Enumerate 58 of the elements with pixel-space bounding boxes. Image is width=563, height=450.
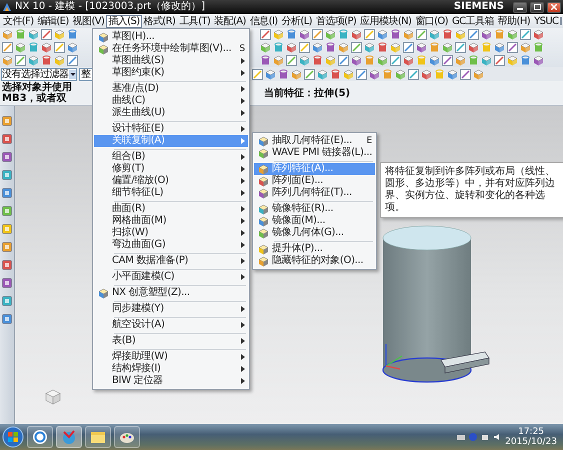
- menu-item[interactable]: 小平面建模(C): [94, 271, 248, 283]
- menu-title[interactable]: 文件(F): [1, 14, 36, 28]
- menu-item[interactable]: 细节特征(L): [94, 187, 248, 199]
- menu-item[interactable]: 草图曲线(S): [94, 55, 248, 67]
- menu-item[interactable]: 提升体(P)...: [254, 243, 376, 255]
- menu-item[interactable]: 阵列面(E)...: [254, 175, 376, 187]
- menu-item[interactable]: 镜像几何体(G)...: [254, 227, 376, 239]
- menu-title[interactable]: 视图(V): [70, 14, 106, 28]
- menu-title[interactable]: 工具(T): [177, 14, 212, 28]
- menu-item[interactable]: WAVE PMI 链接器(L)...: [254, 147, 376, 159]
- menu-item[interactable]: 组合(B): [94, 151, 248, 163]
- menu-title[interactable]: 格式(R): [142, 14, 178, 28]
- menu-item[interactable]: 弯边曲面(G): [94, 239, 248, 251]
- menu-item[interactable]: 结构焊接(I): [94, 363, 248, 375]
- clock-date: 2015/10/23: [505, 437, 557, 447]
- current-feature: 当前特征：拉伸(5): [264, 86, 350, 100]
- menu-item[interactable]: 网格曲面(M): [94, 215, 248, 227]
- menu-item[interactable]: 曲面(R): [94, 203, 248, 215]
- tooltip: 将特征复制到许多阵列或布局（线性、圆形、多边形等）中，并有对应阵列边界、实例方位、旋转和变化的各种选项。: [380, 162, 563, 218]
- window-title: NX 10 - 建模 - [1023003.prt（修改的）]: [15, 1, 206, 13]
- menu-item[interactable]: 同步建模(Y): [94, 303, 248, 315]
- menu-item[interactable]: CAM 数据准备(P): [94, 255, 248, 267]
- menu-item[interactable]: 隐藏特征的对象(O)...: [254, 255, 376, 267]
- menu-title[interactable]: 插入(S): [106, 14, 142, 28]
- menu-item[interactable]: 焊接助理(W): [94, 351, 248, 363]
- menu-title[interactable]: 窗口(O): [413, 14, 450, 28]
- menu-item[interactable]: 曲线(C): [94, 95, 248, 107]
- filter-dropdown[interactable]: 没有选择过滤器: [1, 68, 77, 80]
- menu-item[interactable]: 扫掠(W): [94, 227, 248, 239]
- menu-title[interactable]: 装配(A): [212, 14, 248, 28]
- status-prompt: 选择对象并使用 MB3，或者双: [1, 82, 73, 104]
- menu-title[interactable]: 首选项(P): [314, 14, 358, 28]
- menu-title[interactable]: 编辑(E): [36, 14, 71, 28]
- menu-item[interactable]: 设计特征(E): [94, 123, 248, 135]
- menu-title[interactable]: GC工具箱: [450, 14, 496, 28]
- menu-title[interactable]: 信息(I): [248, 14, 280, 28]
- menu-item[interactable]: 镜像面(M)...: [254, 215, 376, 227]
- menu-item[interactable]: 偏置/缩放(O): [94, 175, 248, 187]
- menu-title[interactable]: 帮助(H): [496, 14, 532, 28]
- menu-title[interactable]: 分析(L): [280, 14, 314, 28]
- scope-dropdown[interactable]: 整: [79, 68, 93, 80]
- menu-item[interactable]: 在任务环境中绘制草图(V)... S: [94, 43, 248, 55]
- clock-time: 17:25: [518, 427, 544, 437]
- menu-item[interactable]: NX 创意塑型(Z)...: [94, 287, 248, 299]
- menu-item[interactable]: 阵列几何特征(T)...: [254, 187, 376, 199]
- menu-item[interactable]: 表(B): [94, 335, 248, 347]
- menu-item[interactable]: 派生曲线(U): [94, 107, 248, 119]
- menu-item[interactable]: 航空设计(A): [94, 319, 248, 331]
- menu-title[interactable]: YSUC: [532, 14, 560, 28]
- menu-item[interactable]: 抽取几何特征(E)... E: [254, 135, 376, 147]
- menu-item[interactable]: 基准/点(D): [94, 83, 248, 95]
- brand-name: SIEMENS: [454, 1, 504, 13]
- menu-item[interactable]: 草图(H)...: [94, 31, 248, 43]
- menu-title[interactable]: 应用模块(N): [358, 14, 414, 28]
- menu-item[interactable]: 修剪(T): [94, 163, 248, 175]
- menu-item[interactable]: 草图约束(K): [94, 67, 248, 79]
- menu-item[interactable]: 镜像特征(R)...: [254, 203, 376, 215]
- menu-item[interactable]: BIW 定位器: [94, 375, 248, 387]
